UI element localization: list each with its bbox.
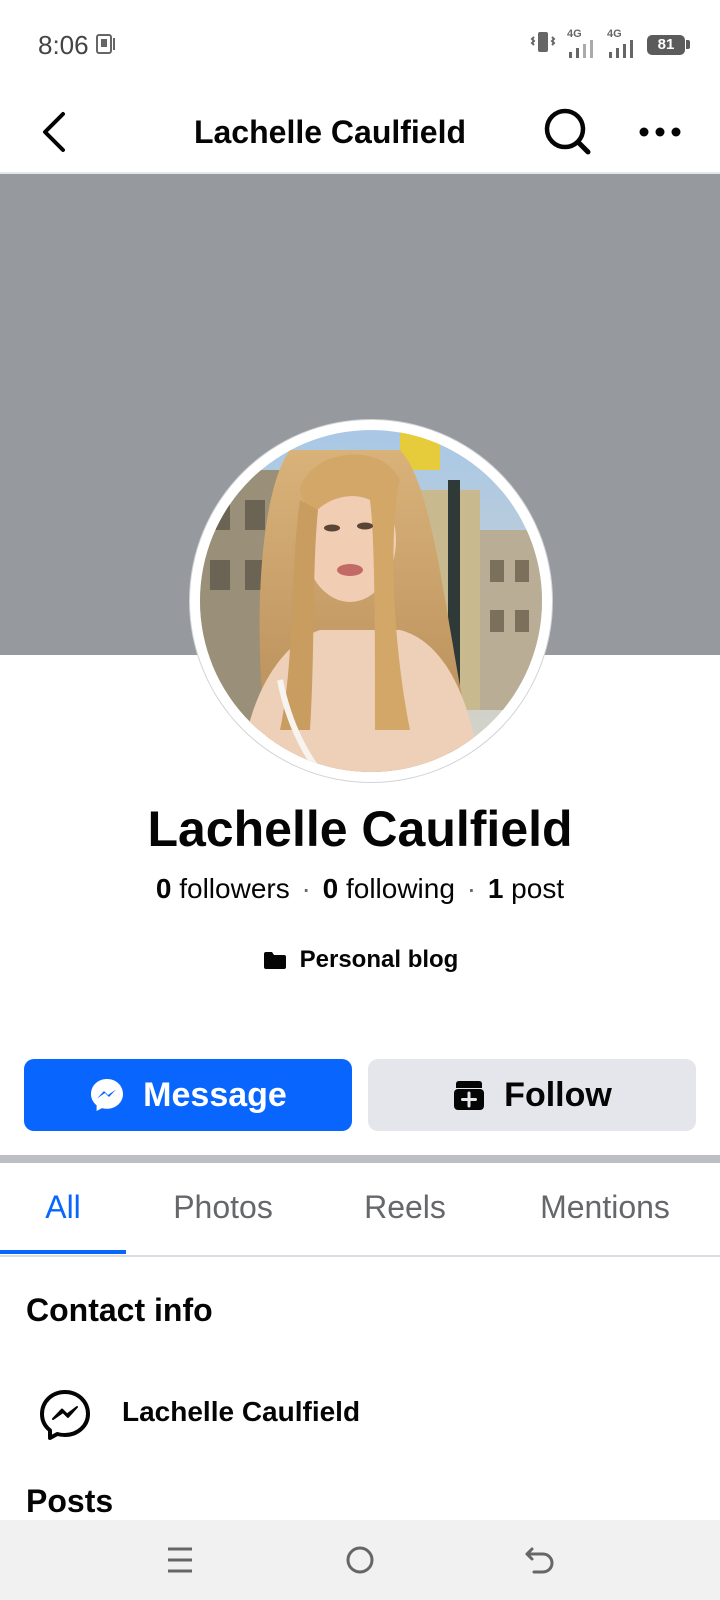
contact-messenger-row[interactable]: Lachelle Caulfield	[0, 1370, 720, 1460]
battery-level: 81	[647, 34, 685, 55]
message-button[interactable]: Message	[24, 1059, 352, 1131]
tab-mentions[interactable]: Mentions	[520, 1163, 690, 1255]
back-arrow-icon	[43, 112, 65, 152]
status-time: 8:06	[38, 30, 89, 60]
back-button[interactable]	[30, 108, 78, 156]
home-icon	[346, 1546, 374, 1574]
tab-photos[interactable]: Photos	[148, 1163, 298, 1255]
search-icon	[544, 108, 591, 155]
page-category-icon	[263, 952, 286, 969]
profile-picture[interactable]	[190, 420, 552, 782]
status-icons: 4G 4G 81	[529, 28, 690, 59]
recent-apps-button[interactable]	[150, 1536, 210, 1584]
app-header: Lachelle Caulfield	[0, 92, 720, 174]
posts-label: post	[511, 873, 565, 904]
system-nav-bar	[0, 1520, 720, 1600]
more-button[interactable]	[632, 104, 688, 160]
header-title: Lachelle Caulfield	[193, 114, 467, 150]
stats-separator: ·	[301, 873, 311, 904]
network-type-1: 4G	[567, 27, 582, 40]
vibrate-icon	[529, 30, 557, 59]
home-button[interactable]	[330, 1536, 390, 1584]
contact-info-title: Contact info	[26, 1292, 213, 1328]
battery-icon: 81	[647, 34, 690, 55]
profile-category: Personal blog	[0, 946, 720, 974]
follow-button[interactable]: Follow	[368, 1059, 696, 1131]
more-icon	[639, 127, 681, 137]
tab-all[interactable]: All	[0, 1163, 126, 1255]
followers-count[interactable]: 0	[156, 873, 172, 904]
contact-messenger-name: Lachelle Caulfield	[122, 1396, 361, 1427]
back-icon	[525, 1547, 554, 1574]
following-count[interactable]: 0	[323, 873, 339, 904]
follow-label: Follow	[504, 1075, 612, 1114]
follow-icon	[454, 1081, 485, 1110]
profile-stats: 0 followers · 0 following · 1 post	[0, 873, 720, 905]
messenger-outline-icon	[40, 1390, 90, 1440]
search-button[interactable]	[540, 104, 596, 160]
section-divider	[0, 1155, 720, 1163]
active-tab-indicator	[0, 1250, 126, 1254]
posts-title: Posts	[26, 1483, 114, 1519]
posts-count: 1	[487, 873, 504, 904]
status-bar: 8:06 4G 4G 81	[0, 0, 720, 92]
profile-tabs: All Photos Reels Mentions	[0, 1163, 720, 1257]
following-label[interactable]: following	[346, 873, 455, 904]
recent-apps-icon	[168, 1547, 192, 1573]
system-back-button[interactable]	[510, 1536, 570, 1584]
tab-reels[interactable]: Reels	[340, 1163, 470, 1255]
message-label: Message	[143, 1075, 287, 1114]
messenger-icon	[91, 1079, 124, 1111]
stats-separator: ·	[466, 873, 477, 904]
signal-icon: 4G	[567, 28, 597, 58]
followers-label[interactable]: followers	[179, 873, 289, 904]
category-label: Personal blog	[299, 946, 459, 973]
network-type-2: 4G	[607, 27, 622, 40]
signal-icon: 4G	[607, 28, 637, 58]
profile-name: Lachelle Caulfield	[147, 801, 573, 857]
nfc-icon	[96, 34, 118, 59]
avatar	[200, 430, 542, 772]
